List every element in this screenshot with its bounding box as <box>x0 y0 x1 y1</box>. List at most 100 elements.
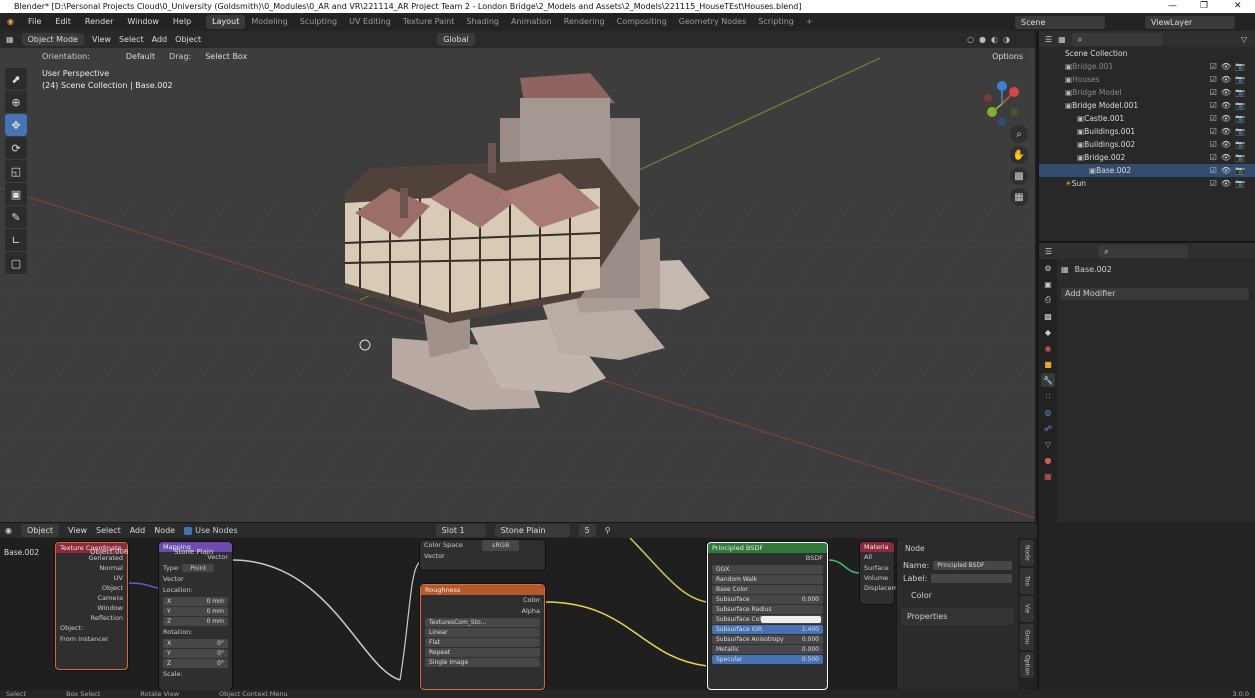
from-instancer-checkbox[interactable]: From Instancer <box>56 634 127 645</box>
roughness-option-dropdown[interactable]: Single Image <box>425 658 540 667</box>
3d-viewport[interactable] <box>0 48 1035 522</box>
sidebar-tab[interactable]: Vie <box>1020 596 1034 622</box>
view-layer-selector[interactable]: ViewLayer <box>1145 15 1235 29</box>
zoom-icon[interactable]: ⌕ <box>1010 125 1028 143</box>
vp-menu-view[interactable]: View <box>92 31 111 49</box>
outliner-row[interactable]: ▣ Buildings.001 ☑👁📷 <box>1039 125 1255 138</box>
mapping-location-field[interactable]: Z 0 mm <box>163 617 228 626</box>
subsurface-method-dropdown[interactable]: Random Walk <box>712 575 823 584</box>
scene-selector[interactable]: Scene <box>1015 15 1105 29</box>
bsdf-input-field[interactable]: Subsurface Colo <box>712 615 823 624</box>
tab-animation[interactable]: Animation <box>505 15 558 29</box>
mapping-location-field[interactable]: X 0 mm <box>163 597 228 606</box>
bsdf-input-field[interactable]: Specular 0.500 <box>712 655 823 664</box>
menu-render[interactable]: Render <box>78 13 120 31</box>
orientation-default-dropdown[interactable]: Default <box>120 50 161 63</box>
options-button[interactable]: Options <box>986 49 1029 63</box>
particles-tab-icon[interactable]: ∷ <box>1041 389 1055 403</box>
visibility-icons[interactable]: ☑👁📷 <box>1210 177 1249 190</box>
node-editor-type-icon[interactable]: ◉ <box>5 526 12 535</box>
node-menu-add[interactable]: Add <box>130 522 146 540</box>
visibility-icons[interactable]: ☑👁📷 <box>1210 125 1249 138</box>
outliner-row[interactable]: ☀ Sun ☑👁📷 <box>1039 177 1255 190</box>
node-type-dropdown[interactable]: Object <box>20 524 60 537</box>
annotate-tool-icon[interactable]: ✎ <box>5 206 27 228</box>
add-workspace-button[interactable]: + <box>800 15 819 29</box>
sidebar-tab[interactable]: Grou <box>1020 624 1034 650</box>
object-tab-icon[interactable]: ■ <box>1041 357 1055 371</box>
tab-shading[interactable]: Shading <box>460 15 505 29</box>
constraints-tab-icon[interactable]: ☍ <box>1041 421 1055 435</box>
bsdf-input-field[interactable]: Subsurface 0.000 <box>712 595 823 604</box>
visibility-icons[interactable]: ☑👁📷 <box>1210 73 1249 86</box>
transform-tool-icon[interactable]: ▣ <box>5 183 27 205</box>
node-menu-node[interactable]: Node <box>154 522 175 540</box>
select-tool-icon[interactable]: ⬈ <box>5 68 27 90</box>
bsdf-input-field[interactable]: Subsurface Radius <box>712 605 823 614</box>
shader-node-editor[interactable]: Base.002 Texture Coordinate Generated Nor… <box>0 538 1037 690</box>
mapping-rotation-field[interactable]: X 0° <box>163 639 228 648</box>
node-menu-view[interactable]: View <box>68 522 87 540</box>
texture-tab-icon[interactable]: ▦ <box>1041 469 1055 483</box>
add-cube-tool-icon[interactable]: ▢ <box>5 252 27 274</box>
distribution-dropdown[interactable]: GGX <box>712 565 823 574</box>
ortho-grid-icon[interactable]: ▦ <box>1010 188 1028 206</box>
outliner-row[interactable]: ▣ Houses ☑👁📷 <box>1039 73 1255 86</box>
restore-icon[interactable]: ❐ <box>1200 0 1208 13</box>
move-tool-icon[interactable]: ✥ <box>5 114 27 136</box>
use-nodes-checkbox[interactable]: Use Nodes <box>184 526 238 535</box>
mapping-node[interactable]: Mapping Vector Type: Point Vector Locati… <box>159 542 232 690</box>
outliner-row[interactable]: ▣ Bridge.002 ☑👁📷 <box>1039 151 1255 164</box>
drag-select-box-dropdown[interactable]: Select Box <box>199 50 253 63</box>
outliner-type-icon[interactable]: ☰ <box>1045 35 1052 44</box>
bsdf-input-field[interactable]: Base Color <box>712 585 823 594</box>
view-layer-tab-icon[interactable]: ▩ <box>1041 309 1055 323</box>
visibility-icons[interactable]: ☑👁📷 <box>1210 112 1249 125</box>
camera-icon[interactable]: ▩ <box>1010 167 1028 185</box>
navigation-gizmo[interactable] <box>978 80 1026 128</box>
tab-layout[interactable]: Layout <box>206 15 246 29</box>
pin-icon[interactable]: ⚲ <box>605 526 611 535</box>
scale-tool-icon[interactable]: ◱ <box>5 160 27 182</box>
node-name-field[interactable]: Principled BSDF <box>933 561 1012 570</box>
breadcrumb-object[interactable]: Base.002 <box>4 548 39 557</box>
menu-edit[interactable]: Edit <box>48 13 78 31</box>
material-users-count[interactable]: 5 <box>578 524 596 537</box>
tool-tab-icon[interactable]: ⚙ <box>1041 261 1055 275</box>
image-texture-node[interactable]: Color Space sRGB Vector <box>420 540 545 570</box>
outliner-row[interactable]: ▣ Bridge Model ☑👁📷 <box>1039 86 1255 99</box>
roughness-option-dropdown[interactable]: Repeat <box>425 648 540 657</box>
pan-hand-icon[interactable]: ✋ <box>1010 146 1028 164</box>
sidebar-tab[interactable]: Node <box>1020 540 1034 566</box>
display-mode-icon[interactable]: ▦ <box>1058 35 1066 44</box>
menu-help[interactable]: Help <box>166 13 198 31</box>
tab-scripting[interactable]: Scripting <box>752 15 800 29</box>
sidebar-tab[interactable]: Too <box>1020 568 1034 594</box>
mapping-rotation-field[interactable]: Z 0° <box>163 659 228 668</box>
close-icon[interactable]: ✕ <box>1234 0 1242 13</box>
visibility-icons[interactable]: ☑👁📷 <box>1210 99 1249 112</box>
slot-dropdown[interactable]: Slot 1 <box>435 524 486 537</box>
rotate-tool-icon[interactable]: ⟳ <box>5 137 27 159</box>
measure-tool-icon[interactable]: ∟ <box>5 229 27 251</box>
outliner-root[interactable]: Scene Collection <box>1039 47 1255 60</box>
material-tab-icon[interactable]: ● <box>1041 453 1055 467</box>
roughness-option-dropdown[interactable]: Linear <box>425 628 540 637</box>
world-tab-icon[interactable]: ◉ <box>1041 341 1055 355</box>
tab-modeling[interactable]: Modeling <box>245 15 293 29</box>
visibility-icons[interactable]: ☑👁📷 <box>1210 138 1249 151</box>
data-tab-icon[interactable]: ▽ <box>1041 437 1055 451</box>
mapping-type-row[interactable]: Type: Point <box>159 563 232 574</box>
mapping-rotation-field[interactable]: Y 0° <box>163 649 228 658</box>
shading-mode-icons[interactable]: ○●◐◑ <box>967 35 1015 44</box>
roughness-image-selector[interactable]: TexturesCom_Sto... <box>425 618 540 627</box>
transform-orientation[interactable]: Global <box>437 33 475 46</box>
physics-tab-icon[interactable]: ◎ <box>1041 405 1055 419</box>
menu-window[interactable]: Window <box>120 13 166 31</box>
cursor-tool-icon[interactable]: ⊕ <box>5 91 27 113</box>
breadcrumb-material[interactable]: Object.008 <box>90 548 128 556</box>
color-swatch[interactable] <box>761 616 821 623</box>
outliner-search-input[interactable]: ⌕ <box>1071 32 1162 46</box>
editor-type-icon[interactable]: ▦ <box>6 35 14 44</box>
mapping-location-field[interactable]: Y 0 mm <box>163 607 228 616</box>
